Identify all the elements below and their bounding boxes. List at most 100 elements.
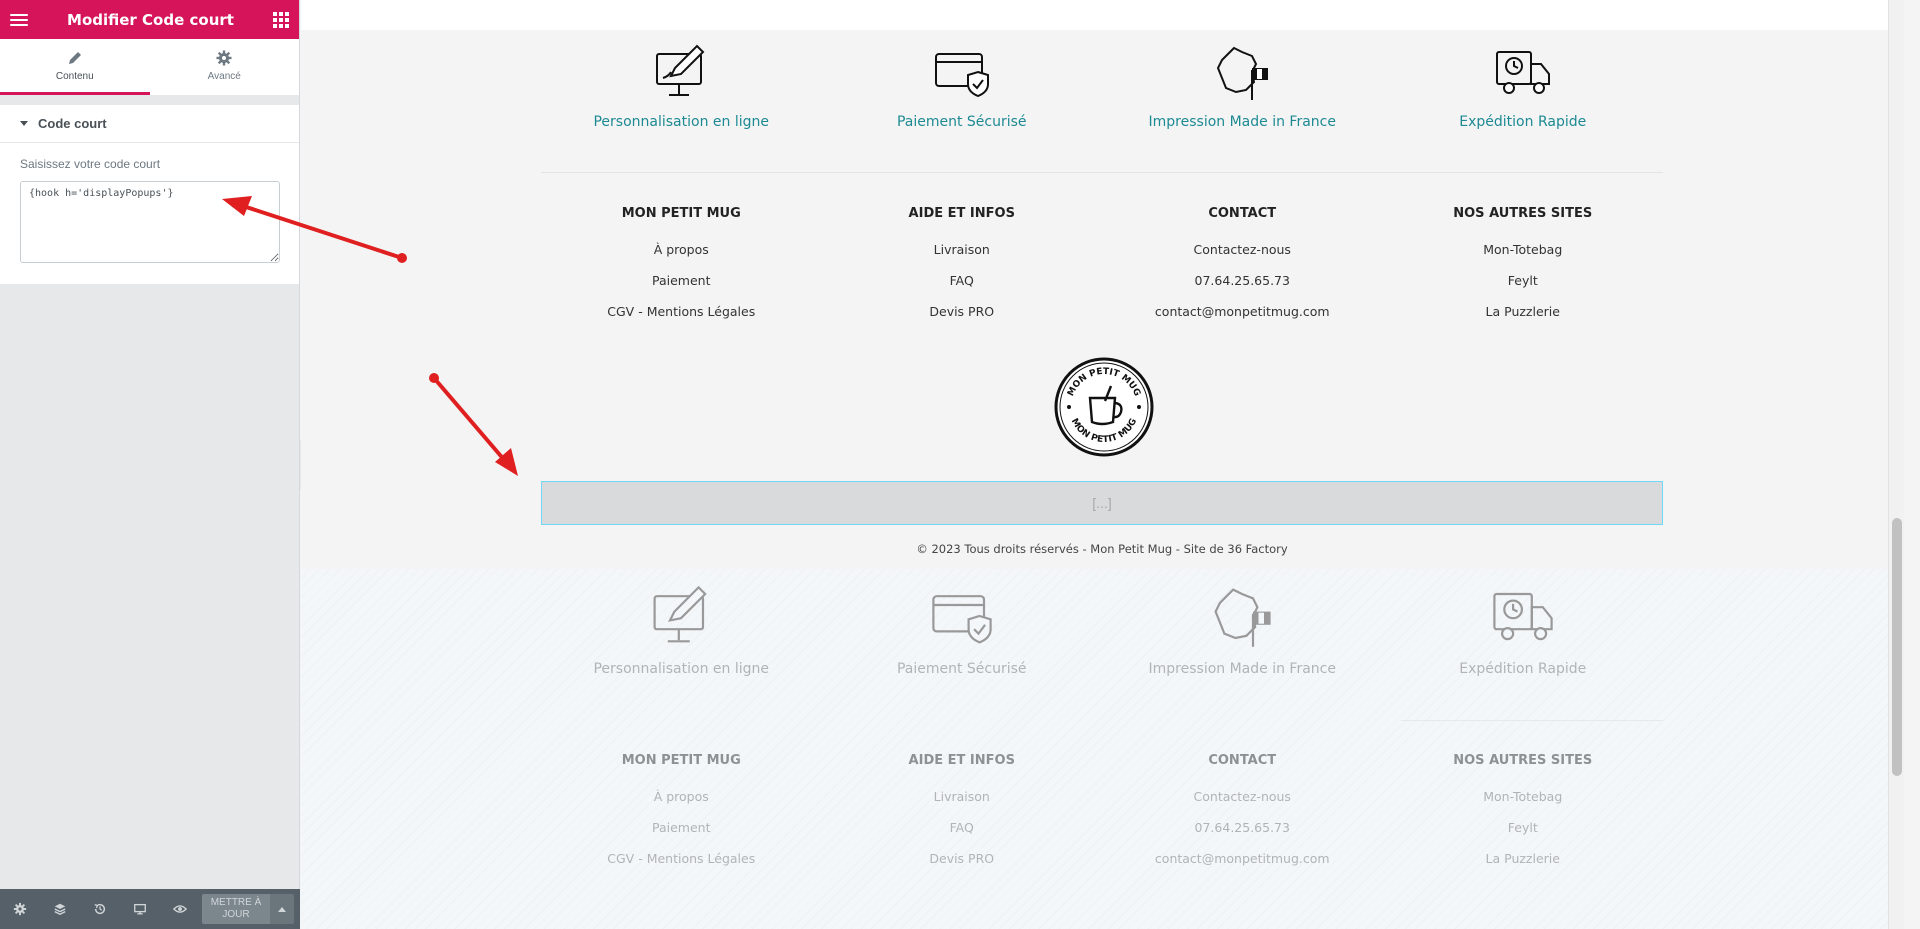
footer-columns: MON PETIT MUG À propos Paiement CGV - Me… — [541, 753, 1663, 874]
column-heading: AIDE ET INFOS — [908, 206, 1015, 221]
feature-item: Impression Made in France — [1102, 42, 1383, 130]
footer-link[interactable]: FAQ — [950, 265, 974, 296]
footer-link[interactable]: contact@monpetitmug.com — [1155, 296, 1330, 327]
navigator-button[interactable] — [40, 889, 80, 929]
page-scrollbar[interactable] — [1888, 0, 1904, 929]
footer-link[interactable]: La Puzzlerie — [1486, 296, 1560, 327]
footer-link[interactable]: CGV - Mentions Légales — [607, 296, 755, 327]
feature-item: Expédition Rapide — [1383, 583, 1664, 677]
feature-label: Expédition Rapide — [1459, 114, 1587, 130]
shortcode-label: Saisissez votre code court — [20, 157, 161, 171]
page-preview: Personnalisation en ligne Paiement Sécur… — [301, 0, 1904, 929]
feature-label: Personnalisation en ligne — [593, 114, 769, 130]
footer-link[interactable]: Contactez-nous — [1194, 234, 1291, 265]
layers-icon — [54, 903, 66, 915]
footer-column: NOS AUTRES SITES Mon-Totebag Feylt La Pu… — [1383, 206, 1664, 327]
update-options-button[interactable] — [270, 894, 294, 924]
section-toggle[interactable]: Code court — [0, 105, 299, 143]
footer-link[interactable]: Paiement — [652, 812, 711, 843]
secure-card-icon — [932, 595, 992, 644]
gear-icon — [216, 50, 232, 65]
section-body: Saisissez votre code court {hook h='disp… — [0, 143, 299, 284]
delivery-truck-icon — [1495, 51, 1550, 94]
section-title: Code court — [38, 116, 107, 131]
feature-label: Impression Made in France — [1148, 114, 1336, 130]
responsive-icon — [134, 903, 146, 915]
footer-column: CONTACT Contactez-nous 07.64.25.65.73 co… — [1102, 206, 1383, 327]
footer-link[interactable]: 07.64.25.65.73 — [1195, 812, 1290, 843]
footer-link[interactable]: CGV - Mentions Légales — [607, 843, 755, 874]
footer-link[interactable]: Devis PRO — [929, 296, 994, 327]
delivery-truck-icon — [1493, 592, 1553, 641]
column-heading: CONTACT — [1208, 753, 1277, 768]
shortcode-widget[interactable]: [...] — [541, 481, 1663, 525]
footer-link[interactable]: Mon-Totebag — [1483, 781, 1562, 812]
preview-button[interactable] — [160, 889, 200, 929]
update-button[interactable]: METTRE À JOUR — [202, 894, 270, 924]
footer-link[interactable]: Mon-Totebag — [1483, 234, 1562, 265]
pencil-icon — [68, 51, 81, 64]
column-heading: AIDE ET INFOS — [908, 753, 1015, 768]
history-button[interactable] — [80, 889, 120, 929]
shortcode-textarea[interactable]: {hook h='displayPopups'} — [20, 181, 280, 263]
footer-link[interactable]: Paiement — [652, 265, 711, 296]
footer-link[interactable]: contact@monpetitmug.com — [1155, 843, 1330, 874]
footer-link[interactable]: FAQ — [950, 812, 974, 843]
feature-item: Personnalisation en ligne — [541, 583, 822, 677]
feature-label: Paiement Sécurisé — [896, 114, 1027, 130]
widgets-grid-icon[interactable] — [272, 11, 289, 28]
footer-link[interactable]: 07.64.25.65.73 — [1195, 265, 1290, 296]
feature-label: Impression Made in France — [1148, 661, 1336, 677]
menu-icon[interactable] — [10, 13, 28, 26]
feature-item: Paiement Sécurisé — [822, 583, 1103, 677]
footer-link[interactable]: Devis PRO — [929, 843, 994, 874]
mon-petit-mug-logo: MON PETIT MUG MON PETIT MUG — [1054, 357, 1154, 457]
france-map-flag-icon — [1217, 46, 1269, 100]
footer-column: NOS AUTRES SITES Mon-Totebag Feylt La Pu… — [1383, 753, 1664, 874]
column-heading: MON PETIT MUG — [621, 206, 741, 221]
code-section: Code court Saisissez votre code court {h… — [0, 105, 299, 284]
settings-button[interactable] — [0, 889, 40, 929]
feature-item: Personnalisation en ligne — [541, 42, 822, 130]
panel-header: Modifier Code court — [0, 0, 299, 39]
feature-label: Paiement Sécurisé — [896, 661, 1027, 677]
tab-contenu[interactable]: Contenu — [0, 39, 150, 95]
copyright-text: © 2023 Tous droits réservés - Mon Petit … — [916, 542, 1288, 556]
features-row: Personnalisation en ligne Paiement Sécur… — [541, 583, 1663, 677]
tab-avance-label: Avancé — [207, 70, 241, 82]
scrollbar-thumb[interactable] — [1892, 518, 1902, 776]
caret-down-icon — [20, 121, 28, 126]
features-row: Personnalisation en ligne Paiement Sécur… — [541, 42, 1663, 130]
footer-link[interactable]: Livraison — [934, 781, 990, 812]
feature-item: Expédition Rapide — [1383, 42, 1664, 130]
page-top-section — [301, 0, 1904, 30]
editor-panel: Modifier Code court Contenu Avancé Code … — [0, 0, 300, 929]
shortcode-placeholder: [...] — [1092, 495, 1112, 511]
footer-link[interactable]: Livraison — [934, 234, 990, 265]
feature-label: Personnalisation en ligne — [593, 661, 769, 677]
footer-column: MON PETIT MUG À propos Paiement CGV - Me… — [541, 206, 822, 327]
footer-link[interactable]: Feylt — [1508, 812, 1538, 843]
footer-link[interactable]: À propos — [654, 781, 709, 812]
faded-footer-duplicate: Personnalisation en ligne Paiement Sécur… — [301, 569, 1904, 929]
design-monitor-icon — [653, 585, 708, 643]
footer-divider — [541, 172, 1663, 173]
column-heading: CONTACT — [1208, 206, 1277, 221]
history-icon — [94, 903, 106, 915]
footer-link[interactable]: La Puzzlerie — [1486, 843, 1560, 874]
footer-link[interactable]: Feylt — [1508, 265, 1538, 296]
footer-columns: MON PETIT MUG À propos Paiement CGV - Me… — [541, 206, 1663, 327]
france-map-flag-icon — [1214, 588, 1271, 647]
panel-tabs: Contenu Avancé — [0, 39, 299, 95]
feature-item: Paiement Sécurisé — [822, 42, 1103, 130]
responsive-button[interactable] — [120, 889, 160, 929]
settings-icon — [13, 902, 27, 916]
tab-avance[interactable]: Avancé — [150, 39, 300, 95]
footer-column: AIDE ET INFOS Livraison FAQ Devis PRO — [822, 753, 1103, 874]
column-heading: MON PETIT MUG — [621, 753, 741, 768]
footer-column: CONTACT Contactez-nous 07.64.25.65.73 co… — [1102, 753, 1383, 874]
footer-column: AIDE ET INFOS Livraison FAQ Devis PRO — [822, 206, 1103, 327]
footer-link[interactable]: À propos — [654, 234, 709, 265]
footer-link[interactable]: Contactez-nous — [1194, 781, 1291, 812]
caret-up-icon — [278, 906, 286, 912]
